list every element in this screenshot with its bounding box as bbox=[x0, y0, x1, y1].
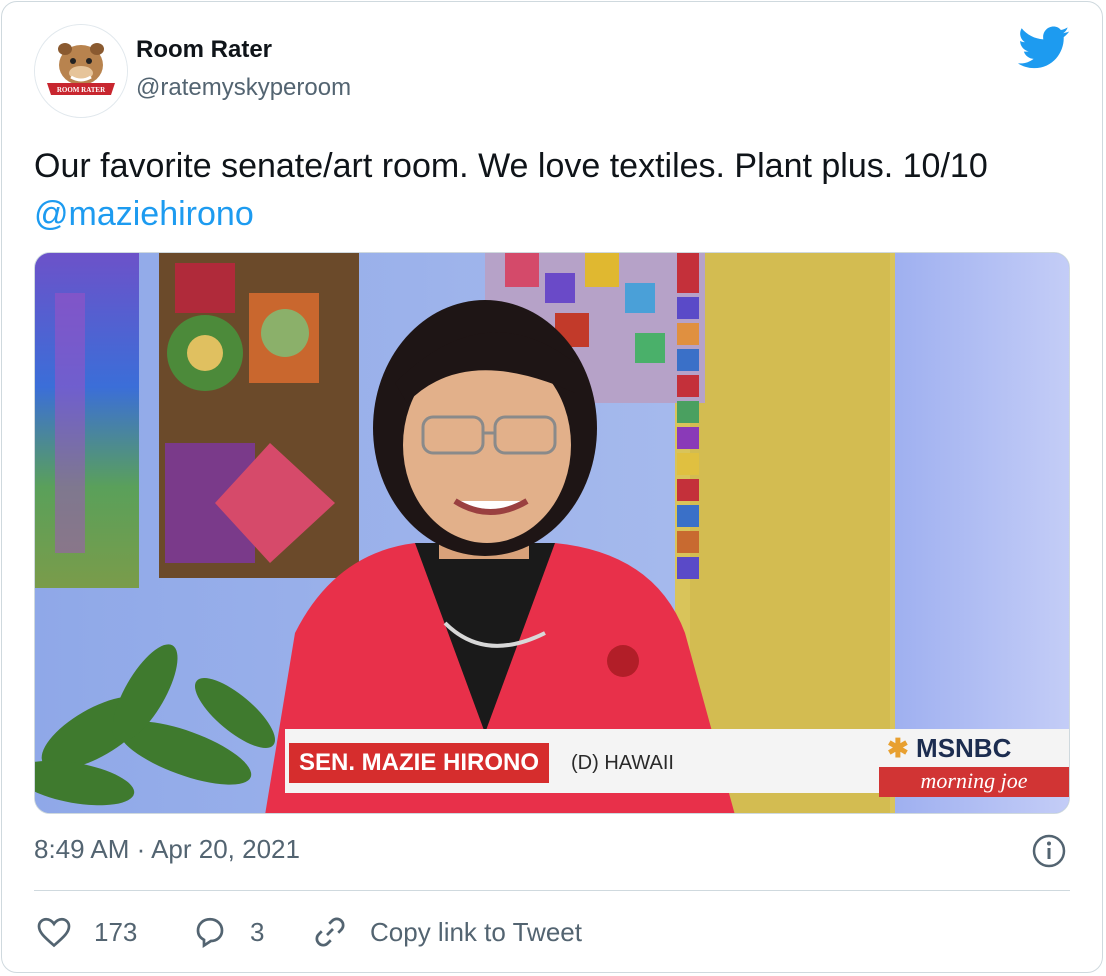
bulldog-logo: ROOM RATER bbox=[35, 25, 127, 117]
network-logo: ✱ MSNBC bbox=[887, 733, 1011, 764]
tweet-body: Our favorite senate/art room. We love te… bbox=[34, 147, 988, 185]
mention-link[interactable]: @maziehirono bbox=[34, 195, 254, 233]
user-handle[interactable]: @ratemyskyperoom bbox=[136, 74, 351, 102]
photo-scene bbox=[35, 253, 1069, 813]
reply-button[interactable]: 3 bbox=[192, 912, 264, 952]
avatar[interactable]: ROOM RATER bbox=[34, 24, 128, 118]
display-name[interactable]: Room Rater bbox=[136, 36, 272, 64]
heart-icon bbox=[37, 917, 71, 948]
tweet-timestamp[interactable]: 8:49 AM · Apr 20, 2021 bbox=[34, 834, 300, 865]
peacock-icon: ✱ bbox=[887, 733, 909, 763]
info-icon[interactable] bbox=[1032, 834, 1066, 868]
chyron-name: SEN. MAZIE HIRONO bbox=[289, 743, 550, 783]
network-name: MSNBC bbox=[916, 733, 1012, 763]
chyron-state: (D) HAWAII bbox=[571, 752, 674, 774]
show-name: morning joe bbox=[879, 767, 1069, 797]
link-icon bbox=[315, 917, 345, 947]
reply-bubble-icon bbox=[196, 917, 224, 948]
divider bbox=[34, 890, 1070, 891]
like-button[interactable]: 173 bbox=[36, 912, 137, 952]
avatar-banner-text: ROOM RATER bbox=[57, 86, 106, 94]
copy-link-label: Copy link to Tweet bbox=[370, 916, 582, 947]
copy-link-button[interactable]: Copy link to Tweet bbox=[312, 912, 582, 952]
tweet-card[interactable]: ROOM RATER Room Rater @ratemyskyperoom O… bbox=[1, 1, 1103, 973]
tweet-photo[interactable]: SEN. MAZIE HIRONO (D) HAWAII ✱ MSNBC mor… bbox=[34, 252, 1070, 814]
reply-count: 3 bbox=[250, 916, 265, 947]
twitter-bird-icon[interactable] bbox=[1018, 26, 1070, 70]
tweet-text: Our favorite senate/art room. We love te… bbox=[34, 142, 1064, 238]
like-count: 173 bbox=[94, 916, 138, 947]
